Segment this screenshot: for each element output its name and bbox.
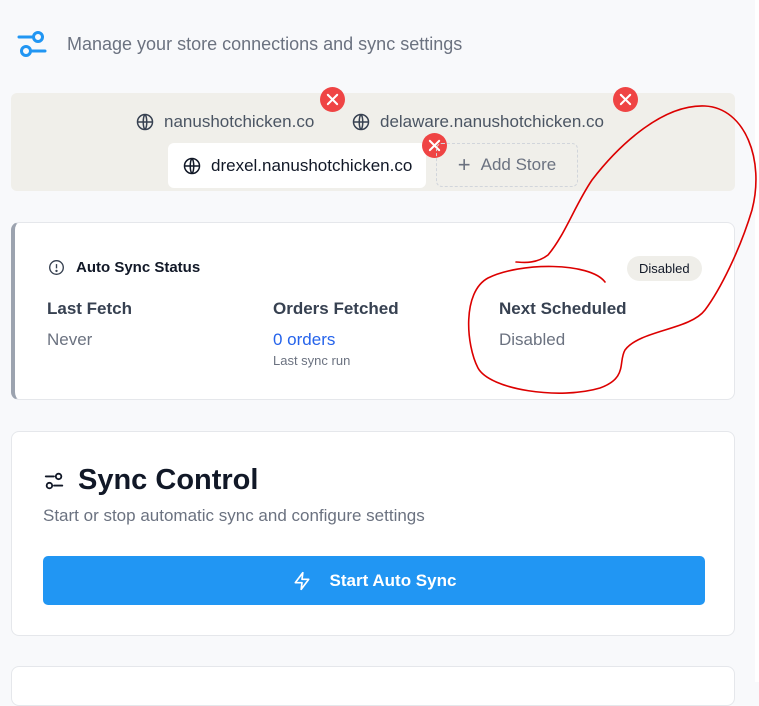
remove-store-button[interactable] xyxy=(320,87,345,112)
sync-control-description: Start or stop automatic sync and configu… xyxy=(43,506,425,525)
start-auto-sync-button[interactable]: Start Auto Sync xyxy=(43,556,705,605)
store-tab-label: delaware.nanushotchicken.co xyxy=(380,112,604,131)
globe-icon xyxy=(136,113,154,131)
store-tab-delaware[interactable]: delaware.nanushotchicken.co xyxy=(351,110,604,134)
globe-icon xyxy=(183,157,201,174)
last-fetch-value: Never xyxy=(47,330,93,349)
orders-fetched-stat: Orders Fetched 0 orders Last sync run xyxy=(273,299,399,368)
x-icon xyxy=(619,93,632,106)
sync-control-title-text: Sync Control xyxy=(78,464,259,496)
globe-icon xyxy=(352,113,370,131)
last-fetch-stat: Last Fetch Never xyxy=(47,299,132,350)
add-store-label: Add Store xyxy=(480,155,557,174)
sync-control-card: Sync Control Start or stop automatic syn… xyxy=(11,431,735,636)
last-fetch-label: Last Fetch xyxy=(47,299,133,318)
right-edge xyxy=(755,0,759,682)
next-scheduled-label: Next Scheduled xyxy=(499,299,627,318)
info-icon xyxy=(49,260,64,275)
sliders-icon xyxy=(44,472,64,489)
orders-fetched-label: Orders Fetched xyxy=(273,299,399,318)
store-tab-label: drexel.nanushotchicken.co xyxy=(211,155,413,175)
orders-fetched-value[interactable]: 0 orders xyxy=(273,330,399,350)
sync-control-title: Sync Control xyxy=(43,464,258,497)
add-store-button[interactable]: + Add Store xyxy=(436,143,578,187)
start-auto-sync-label: Start Auto Sync xyxy=(329,570,457,590)
store-tab-label: nanushotchicken.co xyxy=(164,112,315,131)
plus-icon: + xyxy=(457,152,471,177)
sliders-icon xyxy=(17,31,47,57)
next-card xyxy=(11,666,735,706)
next-scheduled-stat: Next Scheduled Disabled xyxy=(499,299,627,350)
status-title: Auto Sync Status xyxy=(48,259,200,276)
x-icon xyxy=(326,93,339,106)
page-header: Manage your store connections and sync s… xyxy=(16,26,462,62)
lightning-icon xyxy=(294,571,310,590)
next-scheduled-value: Disabled xyxy=(499,330,566,349)
store-tab-drexel[interactable]: drexel.nanushotchicken.co xyxy=(168,143,427,188)
status-title-text: Auto Sync Status xyxy=(76,259,201,276)
auto-sync-status-card: Auto Sync Status Disabled Last Fetch Nev… xyxy=(11,222,735,400)
orders-fetched-sub: Last sync run xyxy=(273,353,351,368)
page-description: Manage your store connections and sync s… xyxy=(67,33,463,54)
store-tab-nanushotchicken[interactable]: nanushotchicken.co xyxy=(135,110,314,134)
status-badge: Disabled xyxy=(627,256,702,281)
remove-store-button[interactable] xyxy=(613,87,638,112)
